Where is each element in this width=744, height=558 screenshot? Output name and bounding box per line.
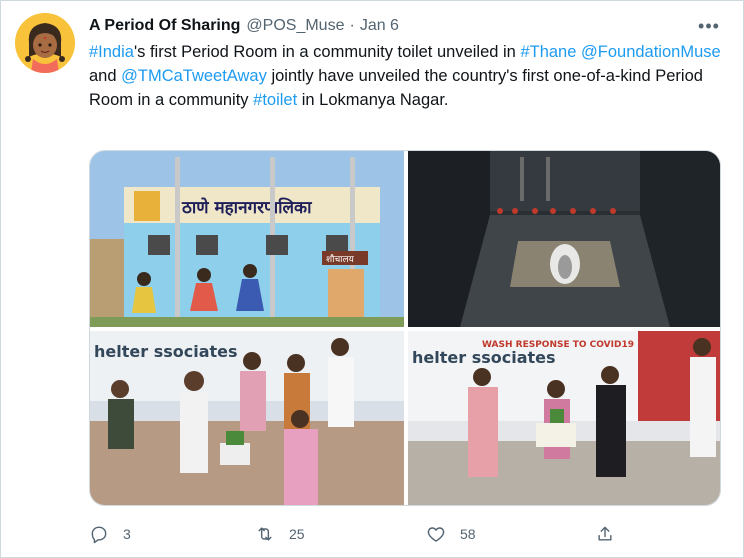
mention-tmcatweetaway[interactable]: @TMCaTweetAway — [121, 67, 267, 85]
retweet-button[interactable]: 25 — [255, 519, 305, 549]
retweet-icon — [258, 527, 272, 541]
avatar[interactable] — [15, 13, 75, 73]
mural-sign-text: ठाणे महानगरपालिका — [181, 197, 312, 218]
hashtag-toilet[interactable]: #toilet — [253, 91, 297, 109]
photo-mural[interactable]: ठाणे महानगरपालिका शौचालय — [90, 151, 404, 327]
tweet-date[interactable]: Jan 6 — [360, 17, 399, 35]
separator-dot: · — [349, 17, 355, 34]
photo-ceremony-right[interactable]: helter ssociates WASH RESPONSE TO COVID1… — [408, 331, 721, 506]
share-button[interactable] — [595, 519, 615, 549]
retweet-count: 25 — [289, 526, 305, 542]
tweet-card[interactable]: A Period Of Sharing @POS_Muse · Jan 6 ••… — [0, 0, 744, 558]
cartoon-girl-avatar-icon — [15, 13, 75, 73]
tweet-text-segment: and — [89, 67, 122, 85]
share-icon — [598, 526, 612, 541]
photo-grid: ठाणे महानगरपालिका शौचालय helter ssociate… — [89, 150, 721, 506]
author-name[interactable]: A Period Of Sharing — [89, 17, 240, 35]
banner-right-title-text: WASH RESPONSE TO COVID19 — [482, 340, 634, 350]
photo-ceremony-left[interactable]: helter ssociates — [90, 331, 404, 506]
heart-icon — [427, 527, 445, 542]
mention-foundationmuse[interactable]: @FoundationMuse — [581, 43, 721, 61]
banner-right-org-text: helter ssociates — [412, 348, 556, 367]
like-count: 58 — [460, 526, 476, 542]
tweet-text: #India's first Period Room in a communit… — [89, 40, 729, 112]
hashtag-india[interactable]: #India — [89, 43, 134, 61]
photo-toilet-interior[interactable] — [408, 151, 721, 327]
reply-icon — [91, 526, 107, 544]
tweet-header: A Period Of Sharing @POS_Muse · Jan 6 ••… — [89, 15, 723, 37]
reply-count: 3 — [123, 526, 131, 542]
tweet-text-segment: in Lokmanya Nagar. — [297, 91, 449, 109]
tweet-actions: 3 25 58 — [89, 519, 649, 549]
hashtag-thane[interactable]: #Thane — [520, 43, 576, 61]
tweet-text-segment: 's first Period Room in a community toil… — [133, 43, 521, 61]
more-dots-icon[interactable]: ••• — [697, 15, 721, 37]
toilet-sign-text: शौचालय — [326, 253, 355, 265]
author-handle[interactable]: @POS_Muse — [246, 17, 344, 35]
reply-button[interactable]: 3 — [89, 519, 131, 549]
banner-left-text: helter ssociates — [94, 342, 238, 361]
like-button[interactable]: 58 — [426, 519, 476, 549]
